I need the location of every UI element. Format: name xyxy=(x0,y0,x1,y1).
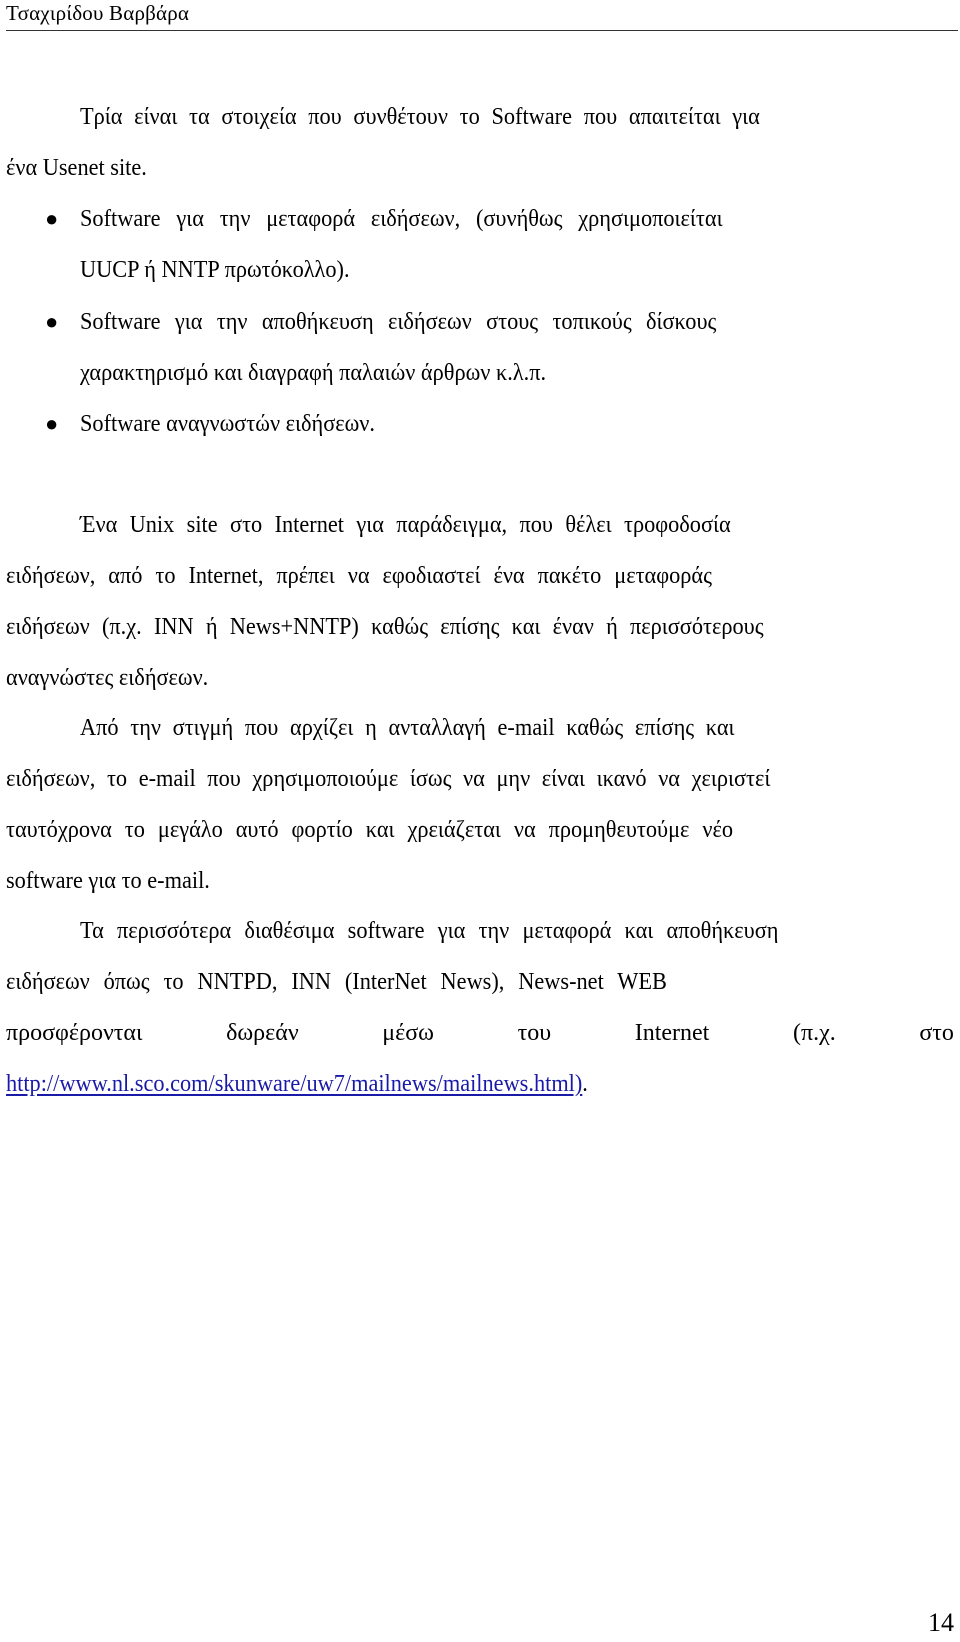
word: προσφέρονται xyxy=(6,1020,143,1046)
paragraph-3-line-3: ταυτόχρονα το μεγάλο αυτό φορτίο και χρε… xyxy=(6,817,734,843)
word: δωρεάν xyxy=(226,1020,299,1046)
trailing-period: . xyxy=(582,1071,588,1097)
mailnews-link[interactable]: http://www.nl.sco.com/skunware/uw7/mailn… xyxy=(6,1071,582,1097)
intro-line-2: ένα Usenet site. xyxy=(6,155,147,181)
bullet-icon: ● xyxy=(45,411,59,436)
paragraph-2-line-2: ειδήσεων, από το Internet, πρέπει να εφο… xyxy=(6,563,712,589)
bullet-icon: ● xyxy=(45,206,59,231)
bullet-1-line-1: Software για την μεταφορά ειδήσεων, (συν… xyxy=(80,206,723,232)
paragraph-2-line-3: ειδήσεων (π.χ. INN ή News+NNTP) καθώς επ… xyxy=(6,614,764,640)
bullet-3-line-1: Software αναγνωστών ειδήσεων. xyxy=(80,411,375,437)
bullet-2-line-1: Software για την αποθήκευση ειδήσεων στο… xyxy=(80,309,717,335)
paragraph-2-line-4: αναγνώστες ειδήσεων. xyxy=(6,665,209,691)
paragraph-3-line-4: software για το e-mail. xyxy=(6,868,210,894)
page-number: 14 xyxy=(928,1608,954,1637)
paragraph-2-line-1: Ένα Unix site στο Internet για παράδειγμ… xyxy=(80,512,731,538)
bullet-2-line-2: χαρακτηρισμό και διαγραφή παλαιών άρθρων… xyxy=(80,360,547,386)
word: (π.χ. xyxy=(792,1020,836,1046)
paragraph-4-line-1: Τα περισσότερα διαθέσιμα software για τη… xyxy=(80,918,779,944)
bullet-icon: ● xyxy=(45,309,59,334)
paragraph-3-line-1: Από την στιγμή που αρχίζει η ανταλλαγή e… xyxy=(80,715,735,741)
word: Internet xyxy=(634,1020,710,1046)
bullet-1-line-2: UUCP ή NNTP πρωτόκολλο). xyxy=(80,257,350,283)
author-name: Τσαχιρίδου Βαρβάρα xyxy=(6,1,190,25)
paragraph-4-line-3: προσφέρονται δωρεάν μέσω του Internet (π… xyxy=(6,1018,954,1048)
paragraph-3-line-2: ειδήσεων, το e-mail που χρησιμοποιούμε ί… xyxy=(6,766,771,792)
word: στο xyxy=(919,1020,954,1046)
paragraph-4-line-2: ειδήσεων όπως το NNTPD, INN (InterNet Ne… xyxy=(6,969,667,995)
page-header: Τσαχιρίδου Βαρβάρα xyxy=(6,0,958,31)
paragraph-4-line-4: http://www.nl.sco.com/skunware/uw7/mailn… xyxy=(6,1069,888,1099)
intro-line-1: Τρία είναι τα στοιχεία που συνθέτουν το … xyxy=(80,104,760,130)
word: του xyxy=(517,1020,552,1046)
word: μέσω xyxy=(382,1020,434,1046)
